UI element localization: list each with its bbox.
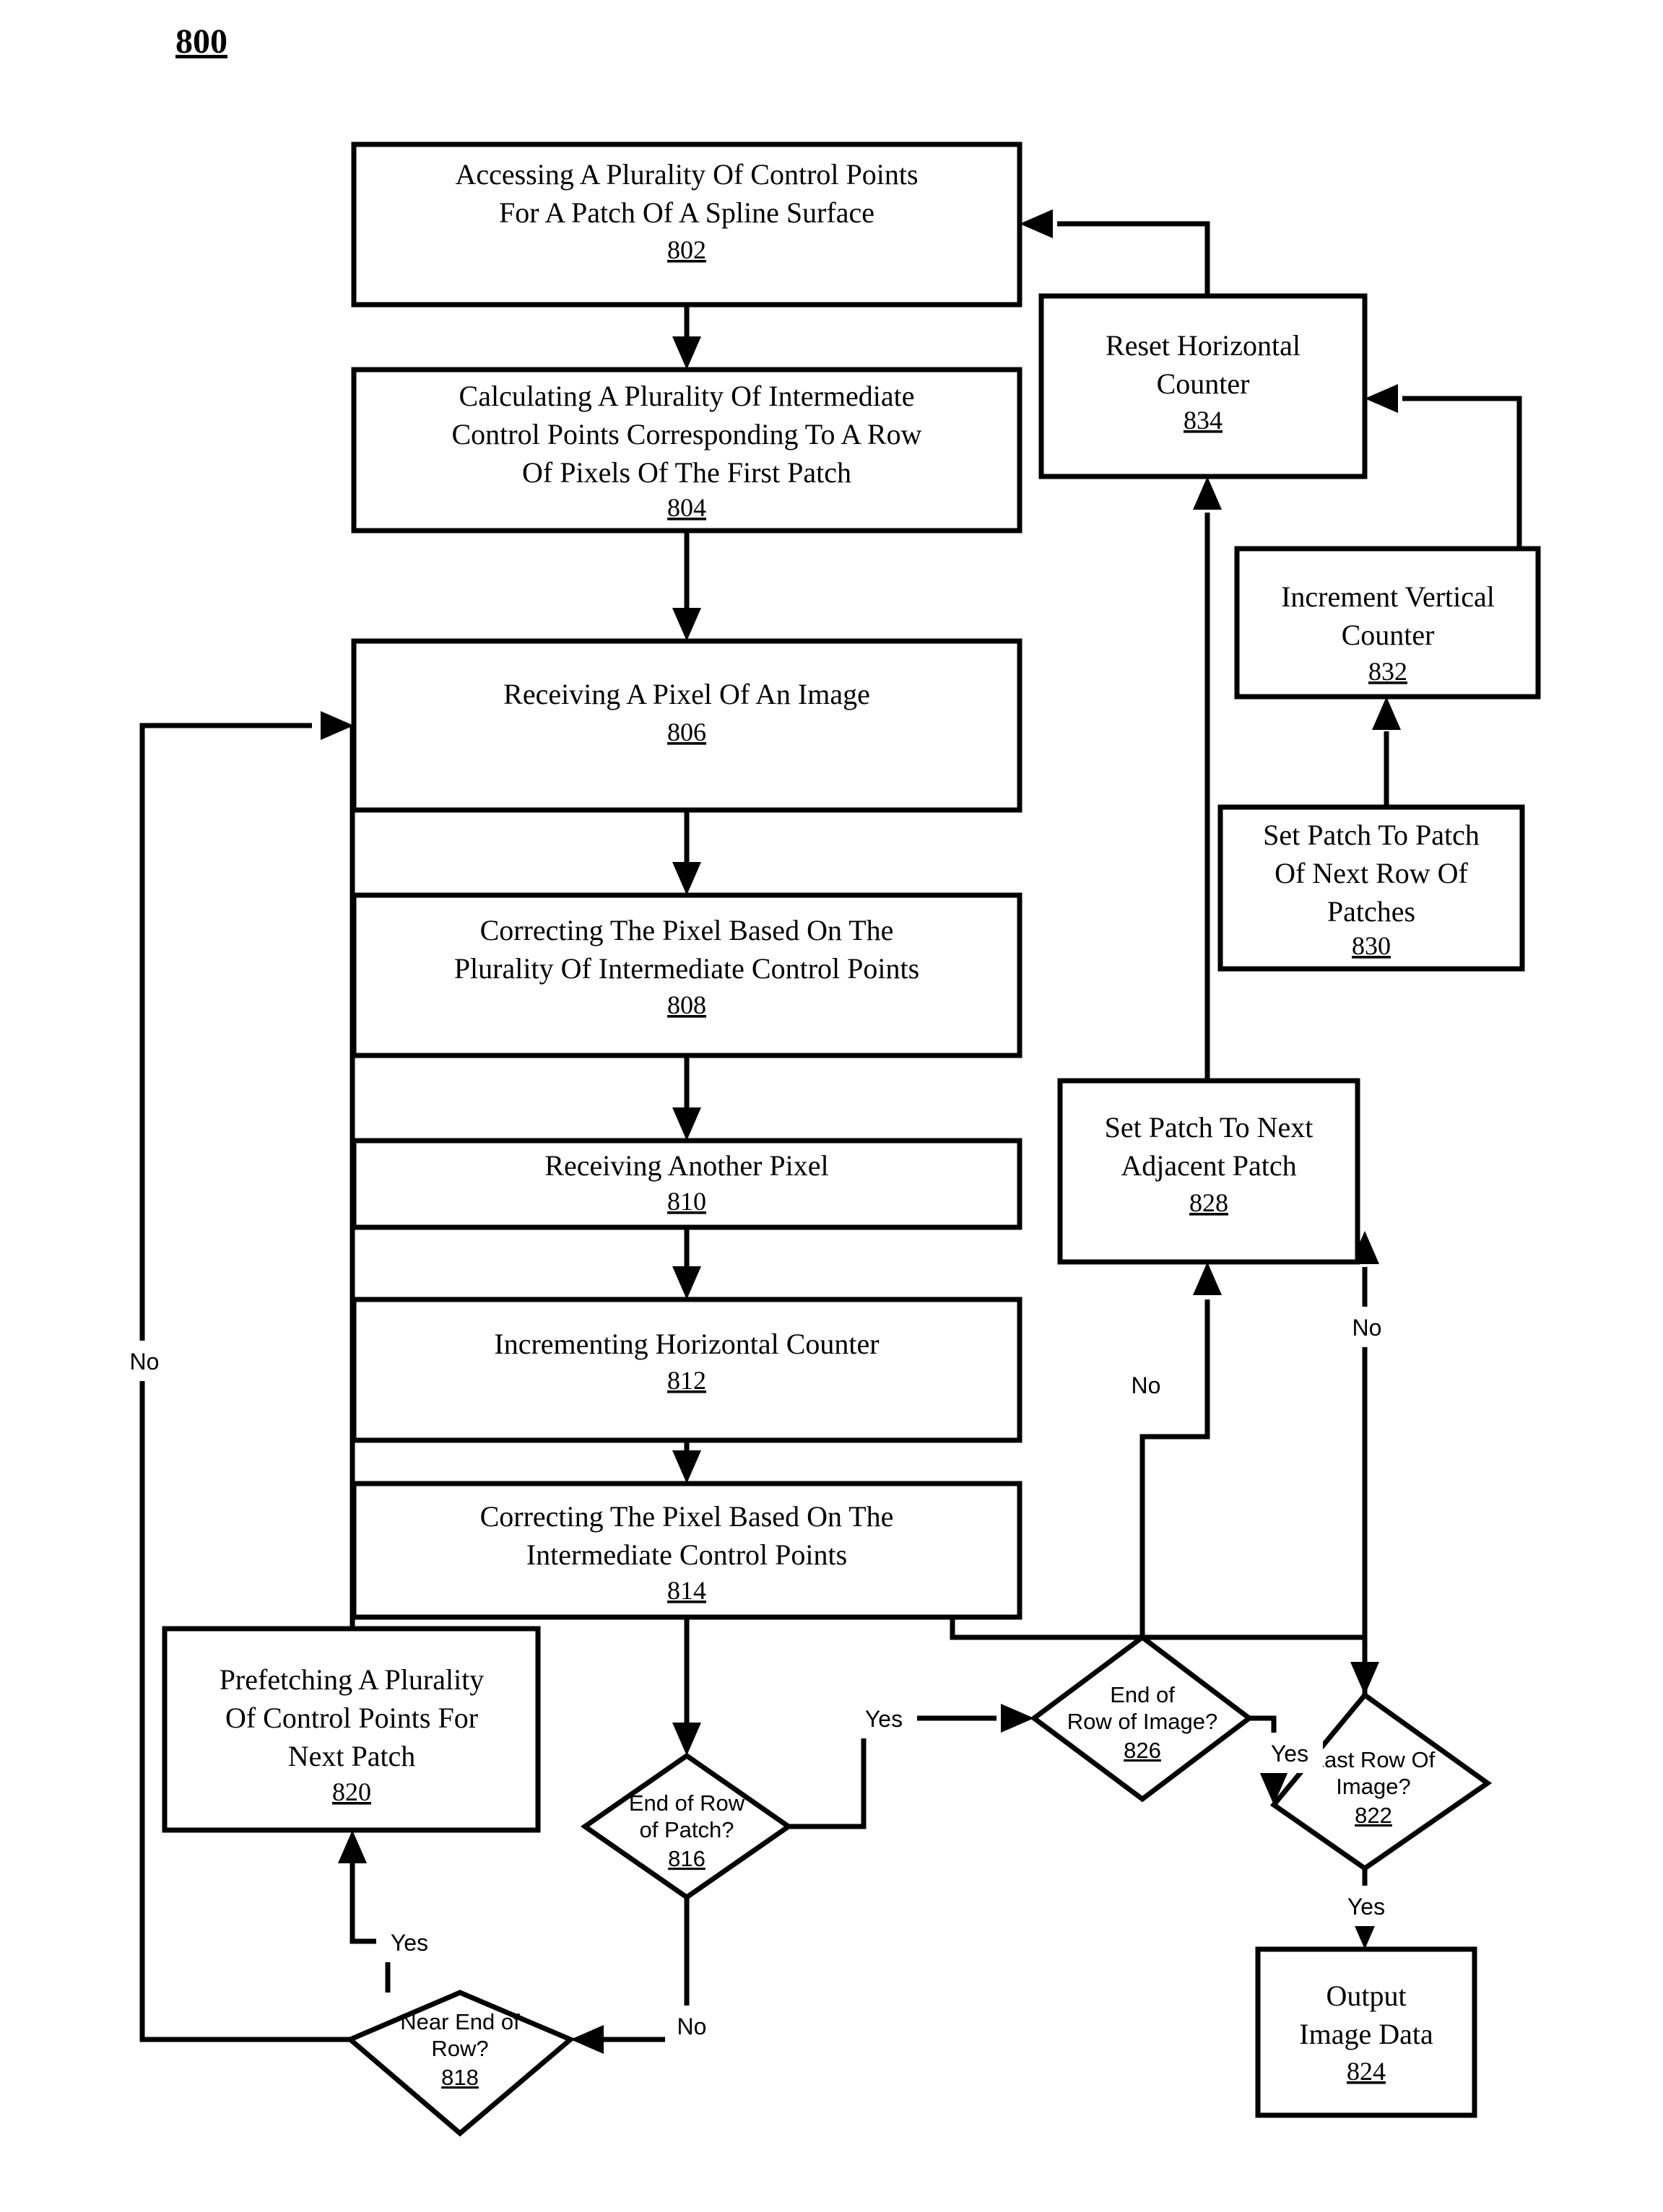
node-832-increment-vertical-counter[interactable]: Increment Vertical Counter 832 bbox=[1234, 546, 1541, 700]
node-810-receiving-another-pixel[interactable]: Receiving Another Pixel 810 bbox=[351, 1138, 1022, 1230]
node-808-correcting-pixel-plurality[interactable]: Correcting The Pixel Based On The Plural… bbox=[351, 892, 1022, 1058]
node-808-line-1: Correcting The Pixel Based On The bbox=[480, 914, 894, 946]
node-816-line-2: of Patch? bbox=[640, 1817, 734, 1842]
node-804-line-1: Calculating A Plurality Of Intermediate bbox=[459, 380, 915, 412]
node-826-line-2: Row of Image? bbox=[1067, 1709, 1218, 1734]
edge-label-816-no: No bbox=[677, 2013, 707, 2039]
arrowhead-832-to-834 bbox=[1365, 384, 1398, 413]
node-830-line-1: Set Patch To Patch bbox=[1263, 819, 1480, 851]
node-812-reference: 812 bbox=[667, 1366, 706, 1395]
node-814-line-1: Correcting The Pixel Based On The bbox=[480, 1500, 894, 1533]
patent-flowchart-figure: 800 Accessing A Plurality Of Control Poi… bbox=[0, 0, 1663, 2212]
arrowhead-804-to-806 bbox=[672, 608, 701, 641]
flowchart-canvas: 800 Accessing A Plurality Of Control Poi… bbox=[119, 22, 1541, 2137]
arrowhead-830-to-832 bbox=[1372, 697, 1401, 730]
node-804-line-2: Control Points Corresponding To A Row bbox=[452, 418, 922, 450]
node-820-line-2: Of Control Points For bbox=[225, 1702, 478, 1734]
arrowhead-808-to-810 bbox=[672, 1107, 701, 1141]
node-832-line-2: Counter bbox=[1342, 619, 1435, 651]
node-824-line-1: Output bbox=[1326, 1980, 1406, 2012]
edge-832-to-834 bbox=[1402, 396, 1522, 549]
node-818-line-2: Row? bbox=[431, 2036, 488, 2061]
edge-label-822-yes: Yes bbox=[1347, 1894, 1385, 1920]
node-802-line-2: For A Patch Of A Spline Surface bbox=[499, 196, 874, 229]
edge-label-816-yes: Yes bbox=[865, 1706, 903, 1732]
node-828-line-2: Adjacent Patch bbox=[1121, 1149, 1296, 1182]
edge-834-to-802 bbox=[1057, 221, 1210, 296]
node-834-reset-horizontal-counter[interactable]: Reset Horizontal Counter 834 bbox=[1038, 293, 1368, 479]
node-826-line-1: End of bbox=[1110, 1682, 1175, 1707]
node-814-line-2: Intermediate Control Points bbox=[526, 1538, 847, 1571]
node-824-reference: 824 bbox=[1347, 2057, 1386, 2086]
node-828-line-1: Set Patch To Next bbox=[1105, 1111, 1314, 1144]
arrowhead-806-to-808 bbox=[672, 862, 701, 895]
arrowhead-834-to-802 bbox=[1020, 209, 1053, 238]
edge-label-818-no: No bbox=[130, 1349, 160, 1375]
node-828-set-patch-next-adjacent[interactable]: Set Patch To Next Adjacent Patch 828 bbox=[1057, 1078, 1360, 1265]
node-806-reference: 806 bbox=[667, 718, 706, 746]
node-806-line-1: Receiving A Pixel Of An Image bbox=[503, 678, 870, 710]
arrowhead-828-to-834 bbox=[1193, 476, 1222, 510]
arrowhead-802-to-804 bbox=[672, 336, 701, 370]
node-830-reference: 830 bbox=[1352, 931, 1391, 960]
node-810-line-1: Receiving Another Pixel bbox=[544, 1149, 828, 1182]
arrowhead-812-to-814 bbox=[672, 1450, 701, 1484]
figure-number-label: 800 bbox=[175, 22, 227, 61]
node-822-reference: 822 bbox=[1355, 1803, 1392, 1828]
edge-label-822-no: No bbox=[1352, 1315, 1382, 1341]
edge-818-no-to-806 bbox=[139, 723, 350, 2042]
node-820-reference: 820 bbox=[332, 1777, 371, 1806]
node-826-end-of-row-of-image[interactable]: End of Row of Image? 826 bbox=[1030, 1634, 1254, 1803]
edge-label-818-yes: Yes bbox=[391, 1930, 428, 1956]
arrowhead-818-yes-to-820 bbox=[338, 1830, 367, 1863]
node-814-reference: 814 bbox=[667, 1576, 706, 1605]
node-804-reference: 804 bbox=[667, 493, 706, 522]
node-828-reference: 828 bbox=[1189, 1188, 1228, 1217]
arrowhead-816-yes-to-826 bbox=[1001, 1704, 1034, 1733]
node-822-line-2: Image? bbox=[1336, 1774, 1410, 1799]
edge-label-826-yes: Yes bbox=[1271, 1741, 1308, 1767]
edge-label-826-no: No bbox=[1132, 1372, 1161, 1398]
node-822-last-row-of-image[interactable]: Last Row Of Image? 822 bbox=[1269, 1691, 1493, 1872]
node-806-receiving-pixel[interactable]: Receiving A Pixel Of An Image 806 bbox=[351, 638, 1022, 813]
node-824-output-image-data[interactable]: Output Image Data 824 bbox=[1255, 1946, 1477, 2118]
node-808-reference: 808 bbox=[667, 990, 706, 1019]
arrowhead-818-no-to-806 bbox=[321, 711, 354, 740]
node-802-accessing-control-points[interactable]: Accessing A Plurality Of Control Points … bbox=[351, 141, 1022, 308]
node-834-line-2: Counter bbox=[1157, 367, 1250, 400]
node-802-line-1: Accessing A Plurality Of Control Points bbox=[455, 158, 918, 191]
arrowhead-814-to-816 bbox=[672, 1723, 701, 1756]
node-818-reference: 818 bbox=[441, 2065, 479, 2090]
node-816-reference: 816 bbox=[668, 1846, 705, 1871]
node-804-line-3: Of Pixels Of The First Patch bbox=[522, 456, 851, 489]
arrowhead-826-no-to-828 bbox=[1193, 1262, 1222, 1295]
node-814-correcting-pixel-intermediate[interactable]: Correcting The Pixel Based On The Interm… bbox=[351, 1481, 1022, 1620]
node-822-line-1: Last Row Of bbox=[1312, 1747, 1436, 1772]
node-824-line-2: Image Data bbox=[1299, 2018, 1433, 2050]
node-834-line-1: Reset Horizontal bbox=[1106, 329, 1301, 362]
arrowhead-816-no-to-818 bbox=[570, 2025, 604, 2054]
node-830-set-patch-next-row[interactable]: Set Patch To Patch Of Next Row Of Patche… bbox=[1217, 804, 1525, 972]
node-816-line-1: End of Row bbox=[629, 1790, 745, 1816]
node-818-near-end-of-row[interactable]: Near End of Row? 818 bbox=[345, 1990, 576, 2137]
node-832-line-1: Increment Vertical bbox=[1281, 580, 1495, 613]
node-820-line-3: Next Patch bbox=[288, 1740, 416, 1772]
node-820-prefetching-control-points[interactable]: Prefetching A Plurality Of Control Point… bbox=[162, 1626, 541, 1833]
node-808-line-2: Plurality Of Intermediate Control Points bbox=[454, 952, 919, 985]
node-830-line-2: Of Next Row Of bbox=[1275, 857, 1468, 889]
node-832-reference: 832 bbox=[1368, 657, 1407, 686]
node-826-reference: 826 bbox=[1124, 1738, 1161, 1763]
arrowhead-810-to-812 bbox=[672, 1266, 701, 1299]
node-830-line-3: Patches bbox=[1327, 895, 1415, 928]
node-812-incrementing-horizontal-counter[interactable]: Incrementing Horizontal Counter 812 bbox=[351, 1297, 1022, 1443]
node-804-calculating-intermediate-control-points[interactable]: Calculating A Plurality Of Intermediate … bbox=[351, 367, 1022, 534]
node-820-line-1: Prefetching A Plurality bbox=[220, 1663, 485, 1696]
node-802-reference: 802 bbox=[667, 235, 706, 264]
node-816-end-of-row-of-patch[interactable]: End of Row of Patch? 816 bbox=[580, 1752, 794, 1901]
node-834-reference: 834 bbox=[1184, 406, 1223, 435]
node-818-line-1: Near End of bbox=[400, 2009, 520, 2034]
node-810-reference: 810 bbox=[667, 1187, 706, 1216]
node-812-line-1: Incrementing Horizontal Counter bbox=[494, 1328, 879, 1360]
